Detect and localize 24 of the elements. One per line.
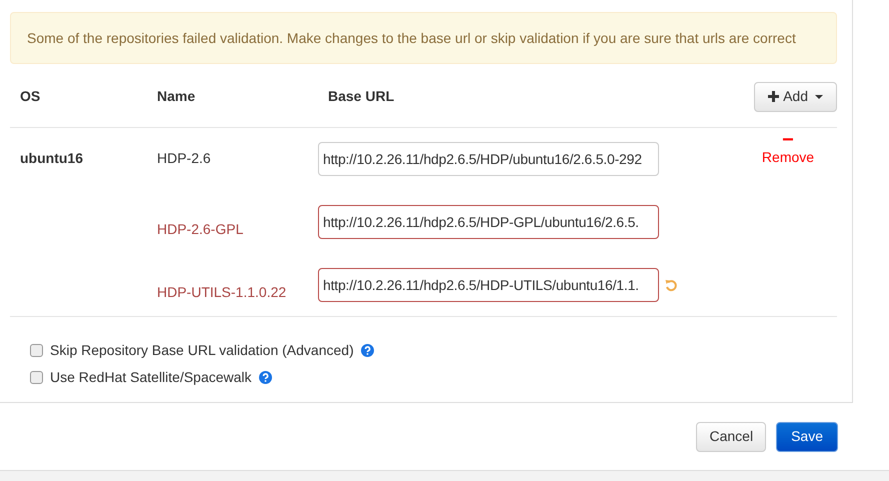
column-header: Base URL xyxy=(328,88,394,104)
help-icon[interactable] xyxy=(360,344,374,356)
checkbox[interactable] xyxy=(30,344,43,356)
remove-button[interactable]: − Remove xyxy=(762,132,814,166)
undo-icon[interactable] xyxy=(665,278,678,292)
checkbox[interactable] xyxy=(30,370,43,384)
help-icon[interactable] xyxy=(258,370,272,384)
repository-name: HDP-2.6-GPL xyxy=(157,221,244,237)
column-header: Name xyxy=(157,88,196,104)
caret-icon xyxy=(815,94,823,98)
url-field[interactable]: http://10.2.26.11/hdp2.6.5/HDP-GPL/ubuntu16/2.6.5. xyxy=(318,205,659,239)
repository-name: HDP-2.6 xyxy=(157,150,211,166)
repository-name: HDP-UTILS-1.1.0.22 xyxy=(157,284,286,300)
os-label: ubuntu16 xyxy=(20,150,83,166)
url-field[interactable]: http://10.2.26.11/hdp2.6.5/HDP-UTILS/ubuntu16/1.1. xyxy=(318,268,659,302)
cancel-button[interactable]: Cancel xyxy=(696,422,766,452)
column-header: OS xyxy=(20,88,40,104)
alert-message: Some of the repositories failed validation. Make changes to the base url or skip validation if you are sure that urls are correct xyxy=(27,28,796,48)
add-button[interactable]: Add xyxy=(754,82,837,112)
checkbox-label: Use RedHat Satellite/Spacewalk xyxy=(50,368,252,387)
plus-icon xyxy=(768,91,780,102)
save-button[interactable]: Save xyxy=(776,422,838,452)
url-field[interactable]: http://10.2.26.11/hdp2.6.5/HDP/ubuntu16/2.6.5.0-292 xyxy=(318,142,659,176)
checkbox-label: Skip Repository Base URL validation (Advanced) xyxy=(50,340,354,360)
